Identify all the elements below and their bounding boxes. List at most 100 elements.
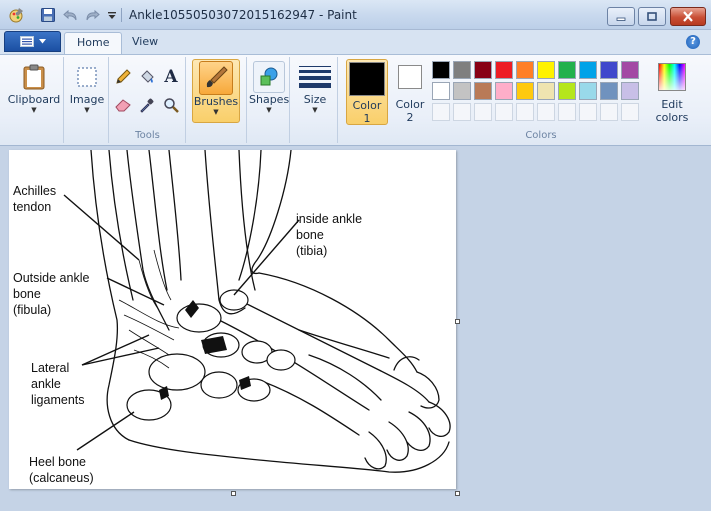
color-swatch[interactable]	[474, 61, 492, 79]
color-swatch[interactable]	[600, 61, 618, 79]
color-swatch[interactable]	[579, 61, 597, 79]
custom-color-slot[interactable]	[516, 103, 534, 121]
clipboard-icon	[23, 64, 45, 90]
redo-icon[interactable]	[84, 7, 100, 23]
color2-swatch	[398, 65, 422, 89]
color-swatch[interactable]	[621, 82, 639, 100]
color2-number: 2	[406, 111, 414, 124]
color-swatch[interactable]	[474, 82, 492, 100]
color2-button[interactable]: Color 2	[390, 59, 430, 125]
custom-color-slot[interactable]	[537, 103, 555, 121]
custom-color-slot[interactable]	[495, 103, 513, 121]
color-picker-icon[interactable]	[136, 94, 158, 116]
tools-group: A Tools	[110, 57, 186, 143]
custom-color-slot[interactable]	[600, 103, 618, 121]
clipboard-button[interactable]: Clipboard ▼	[6, 59, 62, 123]
resize-handle-bottom[interactable]	[231, 491, 236, 496]
color-swatch[interactable]	[516, 61, 534, 79]
ribbon-tab-row: Home View ?	[0, 30, 711, 55]
annotation-inside-ankle: inside ankle bone (tibia)	[296, 211, 362, 259]
shapes-icon	[260, 67, 278, 86]
color1-button[interactable]: Color 1	[346, 59, 388, 125]
tab-view[interactable]: View	[120, 32, 170, 54]
help-icon[interactable]: ?	[686, 35, 700, 49]
color1-label: Color	[352, 99, 382, 112]
colors-group: Colors	[430, 57, 652, 143]
magnifier-icon[interactable]	[160, 94, 182, 116]
custom-color-slot[interactable]	[579, 103, 597, 121]
color1-number: 1	[363, 112, 371, 125]
size-label: Size	[303, 93, 327, 106]
clipboard-group: Clipboard ▼	[4, 57, 64, 143]
annotation-line: Heel bone	[29, 455, 86, 469]
drawing-canvas[interactable]: Achilles tendon inside ankle bone (tibia…	[9, 150, 456, 489]
resize-handle-corner[interactable]	[455, 491, 460, 496]
title-separator	[121, 8, 122, 22]
color-swatch[interactable]	[579, 82, 597, 100]
select-icon	[77, 67, 97, 87]
ankle-anatomy-drawing	[63, 150, 451, 473]
edit-colors-label: Edit	[661, 98, 683, 111]
chevron-down-icon	[38, 39, 46, 44]
color-swatch[interactable]	[621, 61, 639, 79]
close-button[interactable]	[670, 7, 706, 26]
annotation-achilles: Achilles tendon	[13, 183, 56, 215]
shapes-button[interactable]: Shapes ▼	[249, 59, 289, 123]
color-swatch[interactable]	[432, 82, 450, 100]
color-swatch[interactable]	[558, 61, 576, 79]
brushes-button[interactable]: Brushes ▼	[192, 59, 240, 123]
custom-color-slot[interactable]	[558, 103, 576, 121]
custom-color-slot[interactable]	[474, 103, 492, 121]
tab-home[interactable]: Home	[64, 32, 123, 55]
pencil-icon[interactable]	[112, 66, 134, 88]
color1-swatch	[349, 62, 385, 96]
annotation-line: Lateral	[31, 361, 70, 375]
image-button[interactable]: Image ▼	[67, 59, 107, 123]
color-swatch[interactable]	[432, 61, 450, 79]
custom-color-slot[interactable]	[432, 103, 450, 121]
resize-handle-right[interactable]	[455, 319, 460, 324]
color-swatch[interactable]	[495, 61, 513, 79]
customize-dropdown-icon[interactable]	[104, 7, 120, 23]
minimize-icon	[616, 17, 626, 21]
annotation-line: ankle	[31, 377, 61, 391]
annotation-line: ligaments	[31, 393, 85, 407]
color-swatch[interactable]	[537, 82, 555, 100]
chevron-down-icon: ▼	[213, 108, 219, 116]
tools-group-label: Tools	[135, 130, 160, 141]
custom-color-slot[interactable]	[453, 103, 471, 121]
color-swatch[interactable]	[600, 82, 618, 100]
paint-app-icon[interactable]	[8, 7, 24, 23]
eraser-icon[interactable]	[112, 94, 134, 116]
color-swatch[interactable]	[453, 61, 471, 79]
clipboard-label: Clipboard	[7, 93, 61, 106]
maximize-button[interactable]	[638, 7, 666, 26]
brush-icon	[206, 66, 228, 88]
brushes-label: Brushes	[193, 95, 239, 108]
color-swatch[interactable]	[558, 82, 576, 100]
chevron-down-icon: ▼	[312, 106, 318, 114]
chevron-down-icon: ▼	[84, 106, 90, 114]
application-menu-button[interactable]	[4, 31, 61, 52]
shapes-label: Shapes	[249, 93, 290, 106]
size-button[interactable]: Size ▼	[294, 59, 336, 123]
minimize-button[interactable]	[607, 7, 635, 26]
edit-colors-button[interactable]: Edit colors	[653, 59, 691, 125]
text-tool-icon[interactable]: A	[160, 66, 182, 88]
color-swatch[interactable]	[516, 82, 534, 100]
save-icon[interactable]	[40, 7, 56, 23]
fill-bucket-icon[interactable]	[136, 66, 158, 88]
annotation-line: Outside ankle	[13, 271, 90, 285]
custom-color-slot[interactable]	[621, 103, 639, 121]
annotation-line: tendon	[13, 200, 52, 214]
annotation-line: (calcaneus)	[29, 471, 94, 485]
canvas-workspace: Achilles tendon inside ankle bone (tibia…	[0, 147, 711, 511]
undo-icon[interactable]	[63, 7, 79, 23]
title-bar: Ankle10550503072015162947 - Paint	[0, 0, 711, 30]
color-swatch[interactable]	[453, 82, 471, 100]
annotation-lateral-ligaments: Lateral ankle ligaments	[31, 360, 85, 408]
annotation-line: (fibula)	[13, 303, 52, 317]
color-swatch[interactable]	[537, 61, 555, 79]
color-swatch[interactable]	[495, 82, 513, 100]
color-spectrum-icon	[658, 63, 686, 91]
